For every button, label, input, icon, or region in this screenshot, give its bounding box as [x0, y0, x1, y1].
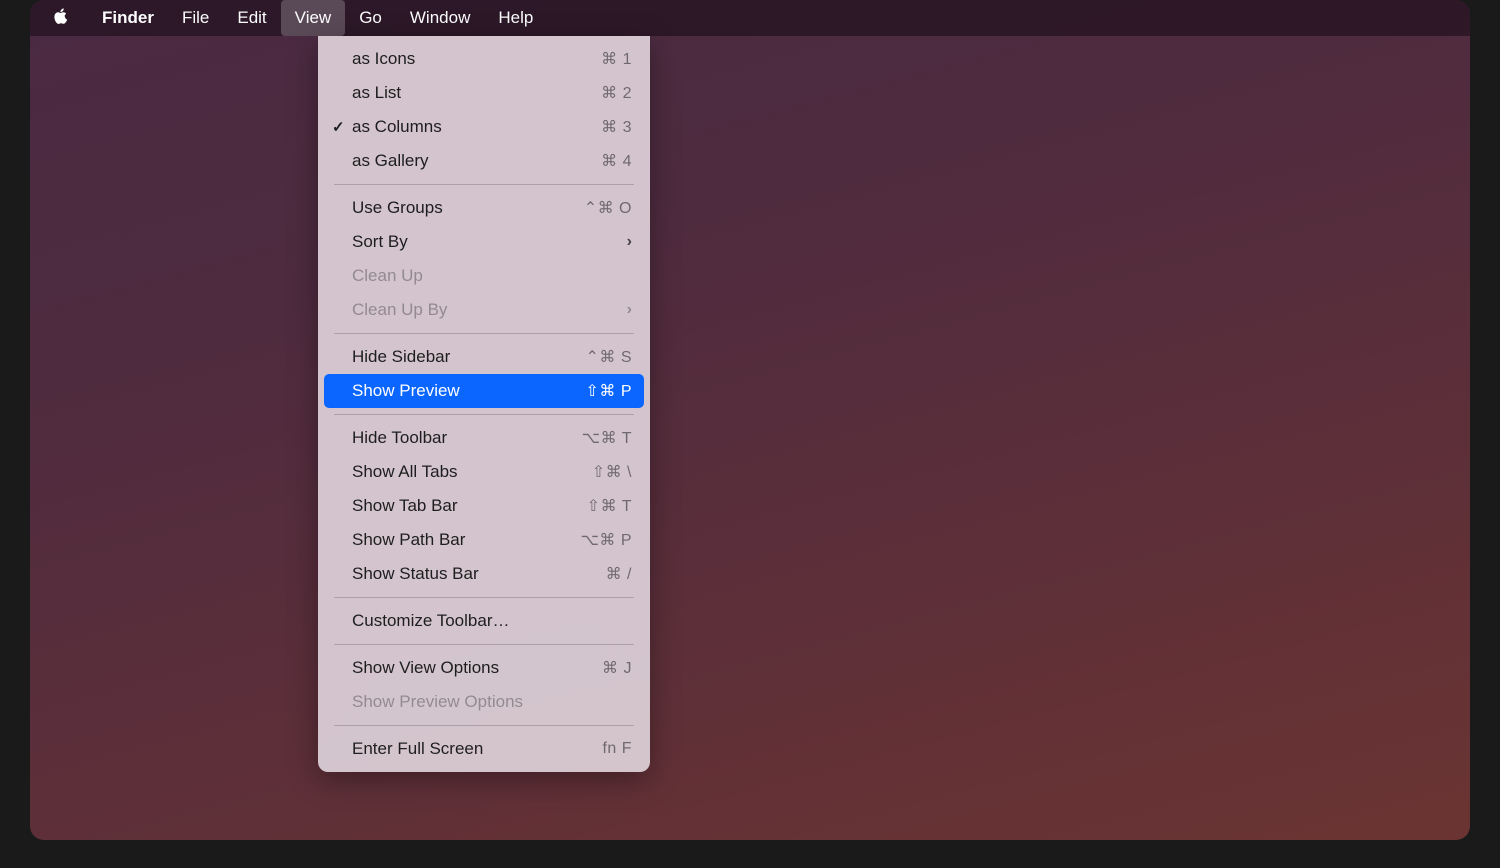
menu-item-label: Hide Toolbar	[352, 428, 582, 448]
menu-separator	[334, 184, 634, 185]
menu-item-sort-by[interactable]: Sort By›	[324, 225, 644, 259]
menu-item-label: Sort By	[352, 232, 627, 252]
menu-item-hide-toolbar[interactable]: Hide Toolbar⌥⌘ T	[324, 421, 644, 455]
menu-item-label: Clean Up	[352, 266, 632, 286]
menubar-item-help[interactable]: Help	[484, 0, 547, 36]
menu-item-label: Hide Sidebar	[352, 347, 585, 367]
menu-separator	[334, 333, 634, 334]
menubar-app-name[interactable]: Finder	[88, 0, 168, 36]
menu-item-label: as Columns	[352, 117, 601, 137]
desktop: Finder File Edit View Go Window Help as …	[30, 0, 1470, 840]
menubar-item-edit[interactable]: Edit	[223, 0, 280, 36]
menu-item-shortcut: ⇧⌘ T	[587, 496, 632, 516]
menu-separator	[334, 725, 634, 726]
menu-item-label: Use Groups	[352, 198, 584, 218]
menu-item-label: as Icons	[352, 49, 601, 69]
menu-item-use-groups[interactable]: Use Groups⌃⌘ O	[324, 191, 644, 225]
menu-item-label: Show Path Bar	[352, 530, 580, 550]
menu-item-as-icons[interactable]: as Icons⌘ 1	[324, 42, 644, 76]
menu-item-label: Show Preview	[352, 381, 585, 401]
menu-item-shortcut: ⌃⌘ S	[585, 347, 632, 367]
menubar-item-go[interactable]: Go	[345, 0, 396, 36]
menu-item-label: as List	[352, 83, 601, 103]
menu-item-label: Show View Options	[352, 658, 602, 678]
menu-separator	[334, 597, 634, 598]
menu-item-show-path-bar[interactable]: Show Path Bar⌥⌘ P	[324, 523, 644, 557]
chevron-right-icon: ›	[627, 233, 632, 251]
menu-item-shortcut: fn F	[602, 740, 632, 758]
menu-item-label: as Gallery	[352, 151, 601, 171]
menu-item-label: Clean Up By	[352, 300, 627, 320]
menu-item-as-gallery[interactable]: as Gallery⌘ 4	[324, 144, 644, 178]
apple-menu-icon[interactable]	[52, 7, 88, 30]
menu-item-show-view-options[interactable]: Show View Options⌘ J	[324, 651, 644, 685]
menu-item-label: Show Status Bar	[352, 564, 606, 584]
menu-item-label: Customize Toolbar…	[352, 611, 632, 631]
menu-item-hide-sidebar[interactable]: Hide Sidebar⌃⌘ S	[324, 340, 644, 374]
menu-item-shortcut: ⌘ 3	[601, 117, 632, 137]
menu-separator	[334, 414, 634, 415]
menu-item-show-tab-bar[interactable]: Show Tab Bar⇧⌘ T	[324, 489, 644, 523]
menu-item-show-preview[interactable]: Show Preview⇧⌘ P	[324, 374, 644, 408]
menubar-item-window[interactable]: Window	[396, 0, 484, 36]
menu-item-clean-up: Clean Up	[324, 259, 644, 293]
menu-item-as-list[interactable]: as List⌘ 2	[324, 76, 644, 110]
menu-item-shortcut: ⇧⌘ P	[585, 381, 632, 401]
menu-item-as-columns[interactable]: ✓ as Columns⌘ 3	[324, 110, 644, 144]
view-menu-dropdown: as Icons⌘ 1as List⌘ 2✓as Columns⌘ 3as Ga…	[318, 36, 650, 772]
menu-item-shortcut: ⌘ J	[602, 658, 632, 678]
menubar: Finder File Edit View Go Window Help	[30, 0, 1470, 36]
menu-item-label: Show Tab Bar	[352, 496, 587, 516]
menu-item-shortcut: ⌥⌘ T	[582, 428, 632, 448]
menu-item-label: Show Preview Options	[352, 692, 632, 712]
menubar-item-file[interactable]: File	[168, 0, 223, 36]
menubar-item-view[interactable]: View	[281, 0, 346, 36]
menu-item-show-all-tabs[interactable]: Show All Tabs⇧⌘ \	[324, 455, 644, 489]
menu-item-shortcut: ⇧⌘ \	[592, 462, 632, 482]
menu-item-shortcut: ⌥⌘ P	[580, 530, 632, 550]
menu-item-customize-toolbar[interactable]: Customize Toolbar…	[324, 604, 644, 638]
menu-item-shortcut: ⌘ /	[606, 564, 632, 584]
menu-separator	[334, 644, 634, 645]
checkmark-icon: ✓	[332, 118, 345, 136]
menu-item-label: Show All Tabs	[352, 462, 592, 482]
menu-item-show-preview-options: Show Preview Options	[324, 685, 644, 719]
menu-item-clean-up-by: Clean Up By›	[324, 293, 644, 327]
menu-item-enter-full-screen[interactable]: Enter Full Screenfn F	[324, 732, 644, 766]
menu-item-shortcut: ⌃⌘ O	[584, 198, 632, 218]
menu-item-show-status-bar[interactable]: Show Status Bar⌘ /	[324, 557, 644, 591]
menu-item-label: Enter Full Screen	[352, 739, 602, 759]
menu-item-shortcut: ⌘ 1	[601, 49, 632, 69]
menu-item-shortcut: ⌘ 4	[601, 151, 632, 171]
chevron-right-icon: ›	[627, 301, 632, 319]
menu-item-shortcut: ⌘ 2	[601, 83, 632, 103]
